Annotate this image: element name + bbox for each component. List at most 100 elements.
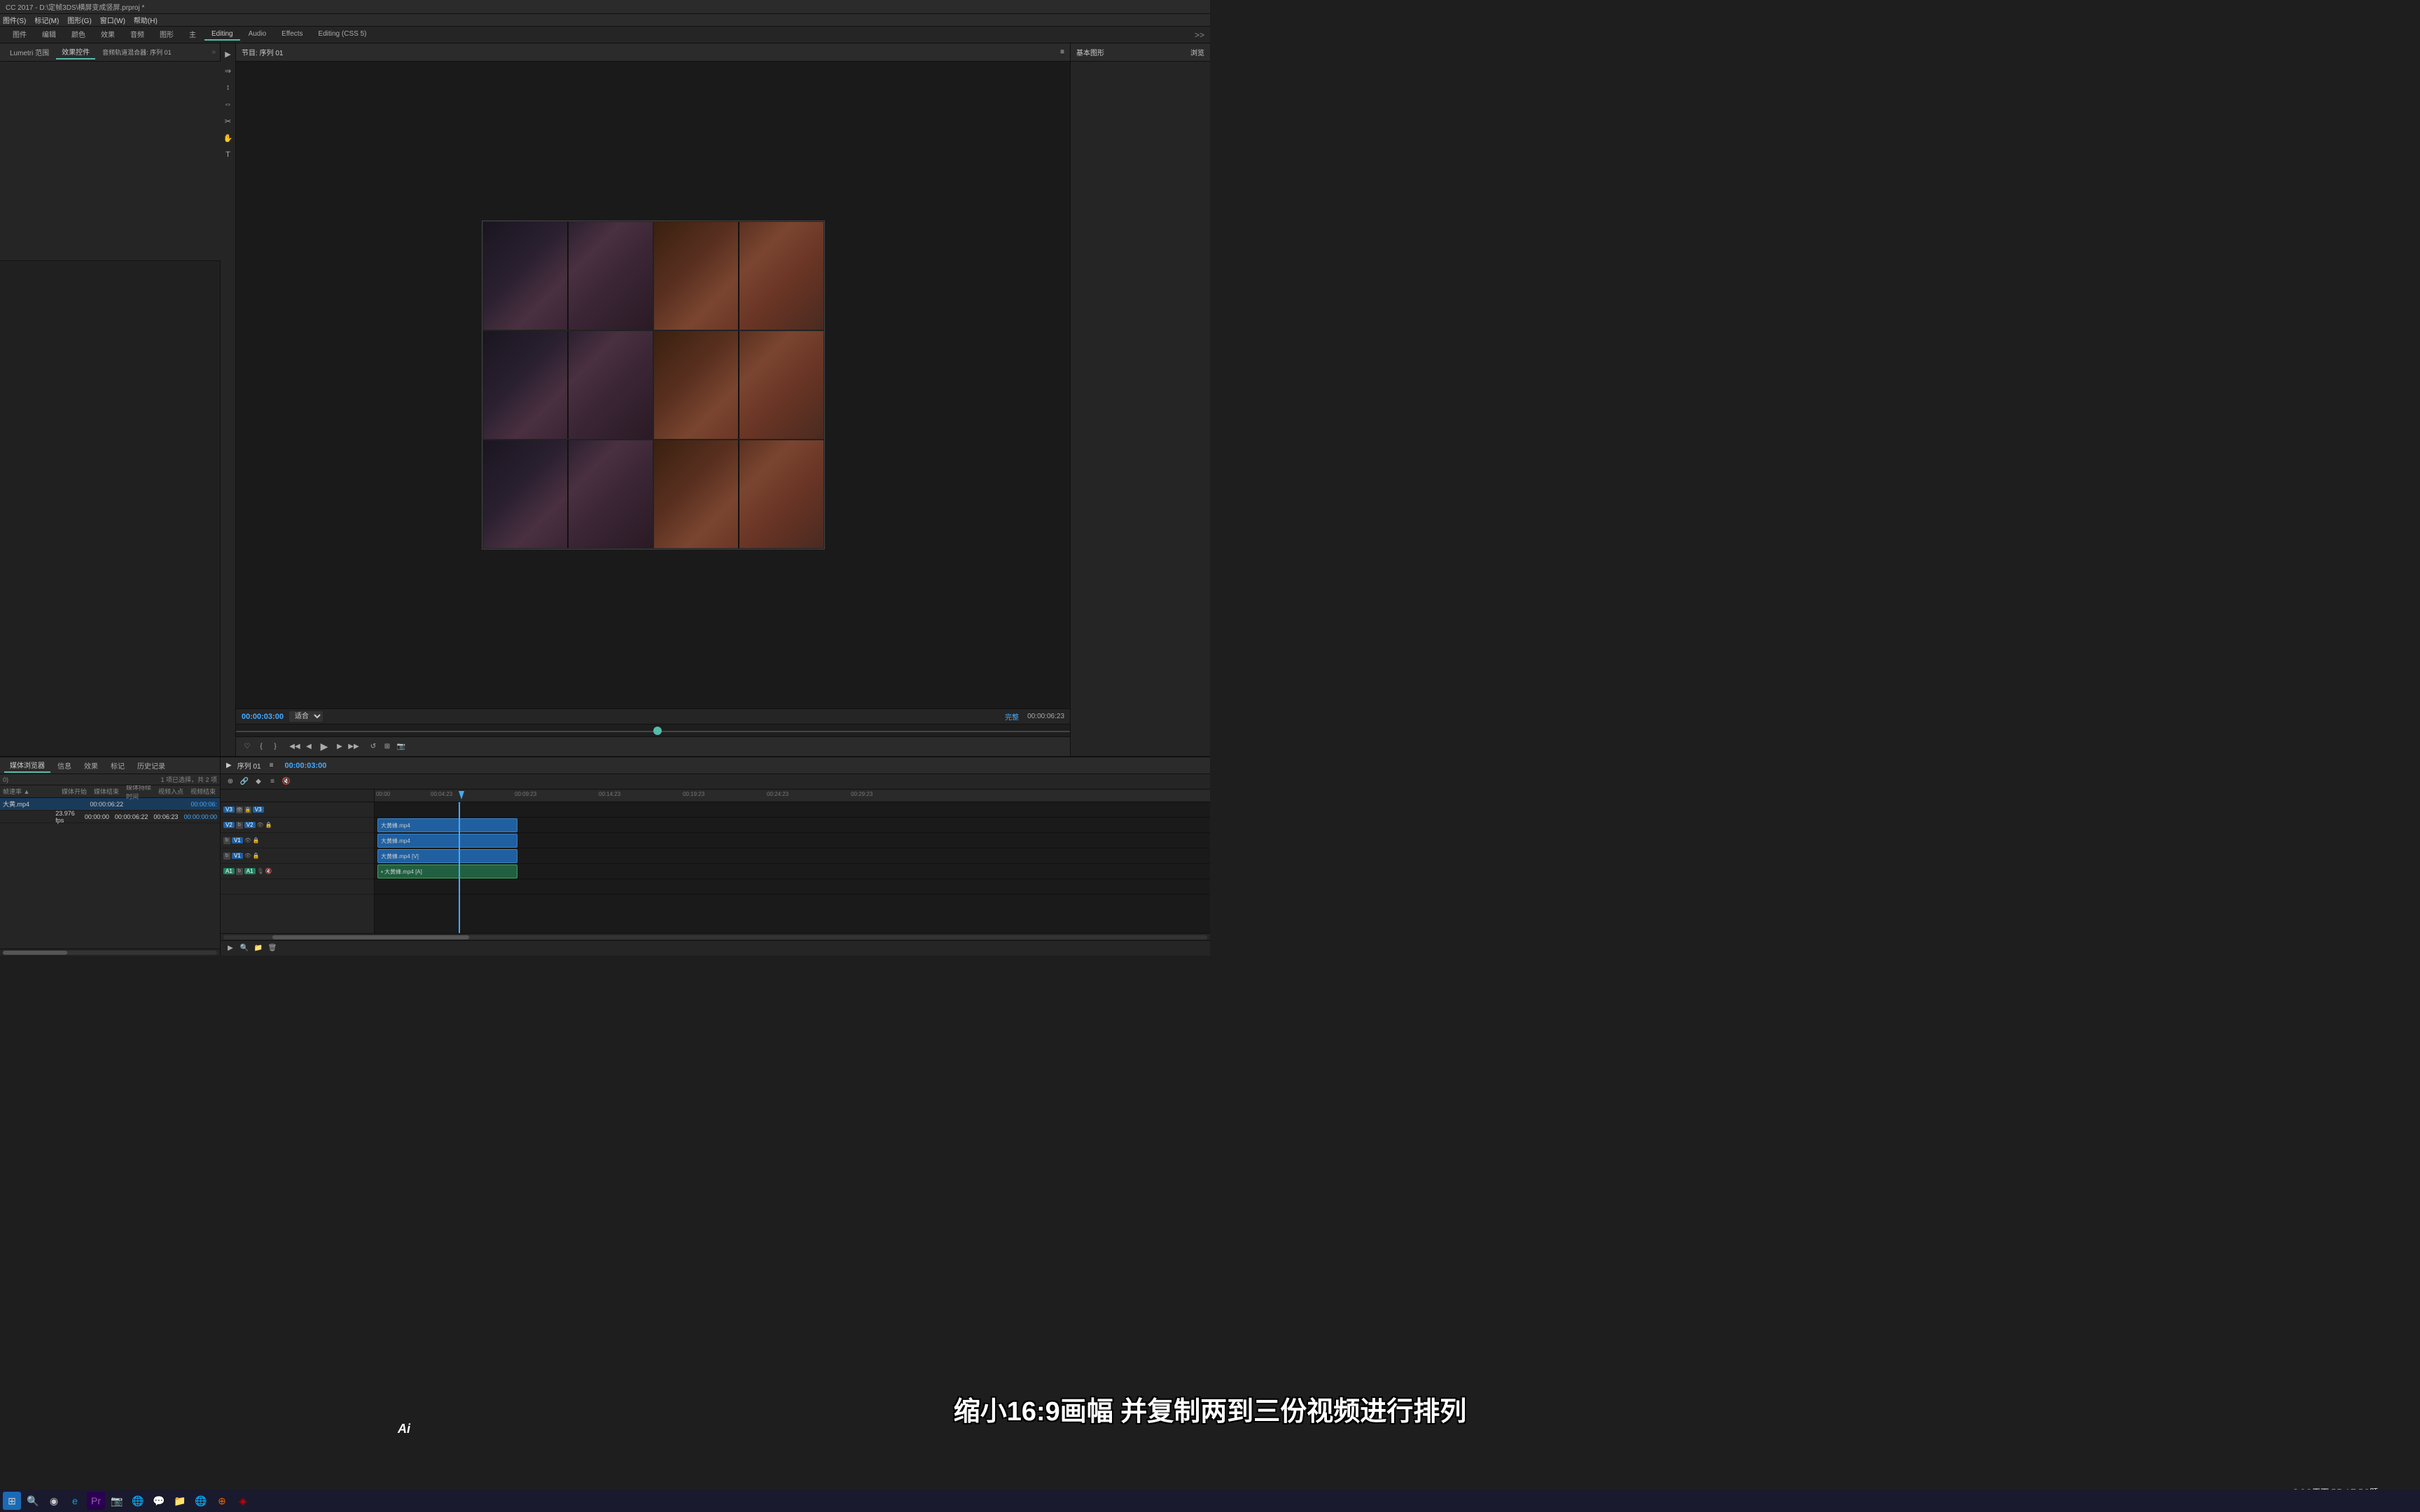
panel-tab-arrow[interactable]: »	[211, 48, 216, 56]
timeline-playhead[interactable]	[459, 802, 460, 933]
v1m-lock[interactable]: 🔒	[253, 853, 260, 860]
taskbar-app2[interactable]: 📷	[108, 1492, 126, 1510]
tl-settings-btn[interactable]: ≡	[267, 776, 278, 788]
taskbar-app5[interactable]: 📁	[171, 1492, 189, 1510]
col-start[interactable]: 媒体开始	[59, 787, 91, 796]
fit-select[interactable]: 适合	[289, 711, 323, 722]
preview-menu-icon[interactable]: ≡	[1060, 48, 1064, 56]
v3-lock[interactable]: 🔒	[244, 806, 251, 813]
step-back-btn[interactable]: ◀	[303, 741, 314, 752]
col-in[interactable]: 视频入点	[155, 787, 188, 796]
media-scrollbar[interactable]	[0, 948, 220, 955]
ptab-effect-controls[interactable]: 效果控件	[56, 45, 95, 59]
loop-btn[interactable]: ↺	[368, 741, 379, 752]
ws-tab-effects[interactable]: Effects	[274, 29, 310, 41]
taskbar-windows-icon[interactable]: ⊞	[3, 1492, 21, 1510]
v2-mic-icon[interactable]: 🔒	[265, 822, 272, 829]
v2-toggle[interactable]: b	[236, 822, 243, 829]
btab-effects[interactable]: 效果	[78, 759, 104, 772]
taskbar-app7[interactable]: ⊕	[213, 1492, 231, 1510]
mark-in-btn[interactable]: {	[256, 741, 267, 752]
step-fwd-btn[interactable]: ▶	[334, 741, 345, 752]
menu-item-3[interactable]: 窗口(W)	[100, 15, 125, 25]
ws-tab-6[interactable]: 主	[182, 27, 203, 42]
col-end[interactable]: 媒体结束	[91, 787, 123, 796]
timeline-scrollbar[interactable]	[221, 933, 1210, 940]
clip-v2[interactable]: 大黄蜂.mp4	[377, 818, 517, 832]
tl-folder[interactable]: 📁	[253, 943, 264, 954]
play-btn[interactable]: ▶	[317, 740, 331, 754]
ws-tab-editing-css[interactable]: Editing (CSS 5)	[312, 29, 374, 41]
taskbar-premiere[interactable]: Pr	[87, 1492, 105, 1510]
taskbar-ie[interactable]: e	[66, 1492, 84, 1510]
tl-snap-btn[interactable]: ⊕	[225, 776, 236, 788]
v2-eye-icon[interactable]: 👁	[257, 822, 264, 829]
taskbar-cortana[interactable]: ◉	[45, 1492, 63, 1510]
tl-trash[interactable]: 🗑	[267, 943, 278, 954]
btab-markers[interactable]: 标记	[105, 759, 130, 772]
taskbar-app3[interactable]: 🌐	[129, 1492, 147, 1510]
camera-btn[interactable]: 📷	[396, 741, 407, 752]
tl-link-btn[interactable]: 🔗	[239, 776, 250, 788]
heart-btn[interactable]: ♡	[242, 741, 253, 752]
taskbar-app4[interactable]: 💬	[150, 1492, 168, 1510]
ws-tab-audio[interactable]: Audio	[242, 29, 274, 41]
timeline-ruler[interactable]: 00:00 00:04:23 00:09:23 00:14:23 00:19:2…	[375, 790, 1210, 802]
a1t-toggle[interactable]: b	[236, 868, 243, 875]
tl-add-marker-btn[interactable]: ◆	[253, 776, 264, 788]
ws-tab-3[interactable]: 效果	[94, 27, 122, 42]
media-row-0[interactable]: 大黄.mp4 00:00:06:22 00:00:06:	[0, 798, 220, 811]
safe-margin-btn[interactable]: ⊞	[382, 741, 393, 752]
ws-tab-1[interactable]: 编辑	[35, 27, 63, 42]
media-row-1[interactable]: 23.976 fps 00:00:00 00:00:06:22 00:06:23…	[0, 811, 220, 823]
v3-eye[interactable]: 👁	[236, 806, 243, 813]
tl-new-seq[interactable]: ▶	[225, 943, 236, 954]
menu-item-0[interactable]: 图件(S)	[3, 15, 26, 25]
ripple-tool[interactable]: ↕	[222, 81, 235, 94]
v1t-toggle[interactable]: b	[223, 837, 230, 844]
tl-mute-btn[interactable]: 🔇	[281, 776, 292, 788]
taskbar-app6[interactable]: 🌐	[192, 1492, 210, 1510]
ptab-audio-mixer[interactable]: 音频轨道混合器: 序列 01	[97, 46, 177, 58]
col-out[interactable]: 视频结束	[188, 787, 220, 796]
next-keyframe-btn[interactable]: ▶▶	[348, 741, 359, 752]
razor-tool[interactable]: ✂	[222, 115, 235, 127]
tl-timecode[interactable]: 00:00:03:00	[284, 762, 326, 770]
a1t-mic[interactable]: 🎙	[257, 868, 264, 875]
select-tool[interactable]: ▶	[222, 48, 235, 60]
v1t-eye[interactable]: 👁	[244, 837, 251, 844]
menu-item-4[interactable]: 帮助(H)	[134, 15, 158, 25]
mark-out-btn[interactable]: }	[270, 741, 281, 752]
prev-keyframe-btn[interactable]: ◀◀	[289, 741, 300, 752]
btab-info[interactable]: 信息	[52, 759, 77, 772]
tl-header-menu[interactable]: ≡	[270, 762, 274, 769]
ws-tab-2[interactable]: 颜色	[64, 27, 92, 42]
a1t-mute[interactable]: 🔇	[265, 868, 272, 875]
hand-tool[interactable]: ✋	[222, 132, 235, 144]
menu-item-2[interactable]: 图形(G)	[67, 15, 91, 25]
track-select-tool[interactable]: ⇒	[222, 64, 235, 77]
clip-a1[interactable]: ▪ 大黄蜂.mp4 [A]	[377, 864, 517, 878]
workspace-more[interactable]: >>	[1195, 30, 1204, 40]
ws-tab-4[interactable]: 音频	[123, 27, 151, 42]
btab-history[interactable]: 历史记录	[132, 759, 171, 772]
ptab-lumetri[interactable]: Lumetri 范围	[4, 46, 55, 59]
v1m-eye[interactable]: 👁	[244, 853, 251, 860]
v1m-toggle[interactable]: b	[223, 853, 230, 860]
col-dur[interactable]: 媒体持续时间	[123, 785, 155, 801]
clip-v1-mid[interactable]: 大黄蜂.mp4 [V]	[377, 849, 517, 863]
text-tool[interactable]: T	[222, 148, 235, 161]
scrubber-head[interactable]	[653, 727, 662, 735]
v1t-lock[interactable]: 🔒	[253, 837, 260, 844]
btab-media[interactable]: 媒体浏览器	[4, 758, 50, 773]
current-timecode[interactable]: 00:00:03:00	[242, 713, 284, 721]
tl-search[interactable]: 🔍	[239, 943, 250, 954]
ws-tab-5[interactable]: 图形	[153, 27, 181, 42]
ws-tab-0[interactable]: 图件	[6, 27, 34, 42]
taskbar-search[interactable]: 🔍	[24, 1492, 42, 1510]
clip-v1-top[interactable]: 大黄蜂.mp4	[377, 834, 517, 848]
timeline-scrubber[interactable]	[236, 724, 1070, 736]
col-name[interactable]: 帧速率 ▲	[0, 787, 59, 796]
ws-tab-editing[interactable]: Editing	[204, 29, 240, 41]
taskbar-app8[interactable]: ◈	[234, 1492, 252, 1510]
